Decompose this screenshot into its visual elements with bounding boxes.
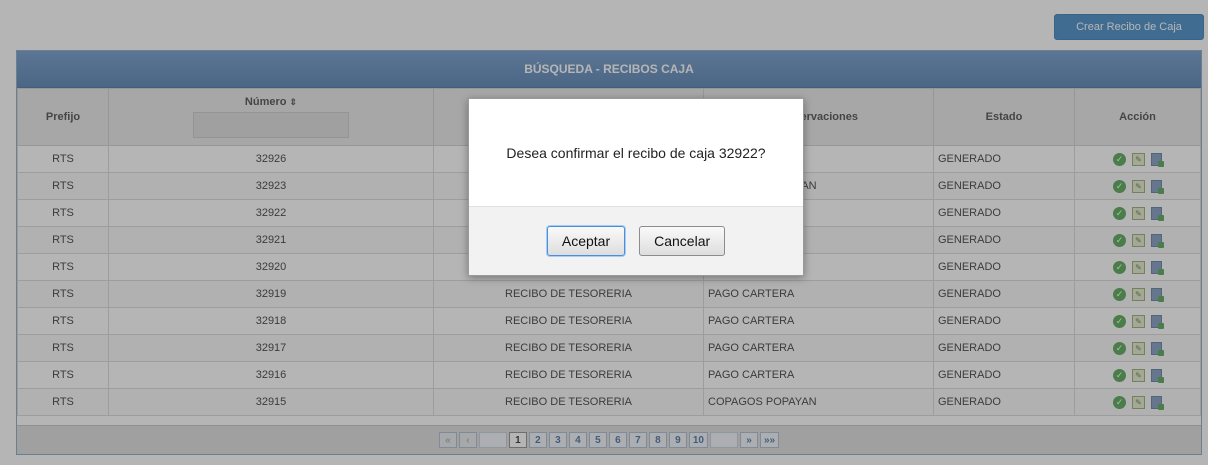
accept-button[interactable]: Aceptar xyxy=(546,226,626,256)
page: Crear Recibo de Caja BÚSQUEDA - RECIBOS … xyxy=(0,0,1208,465)
cancel-button[interactable]: Cancelar xyxy=(639,226,726,256)
dialog-footer: Aceptar Cancelar xyxy=(469,206,803,275)
confirm-dialog: Desea confirmar el recibo de caja 32922?… xyxy=(468,98,804,276)
dialog-message: Desea confirmar el recibo de caja 32922? xyxy=(506,145,766,161)
